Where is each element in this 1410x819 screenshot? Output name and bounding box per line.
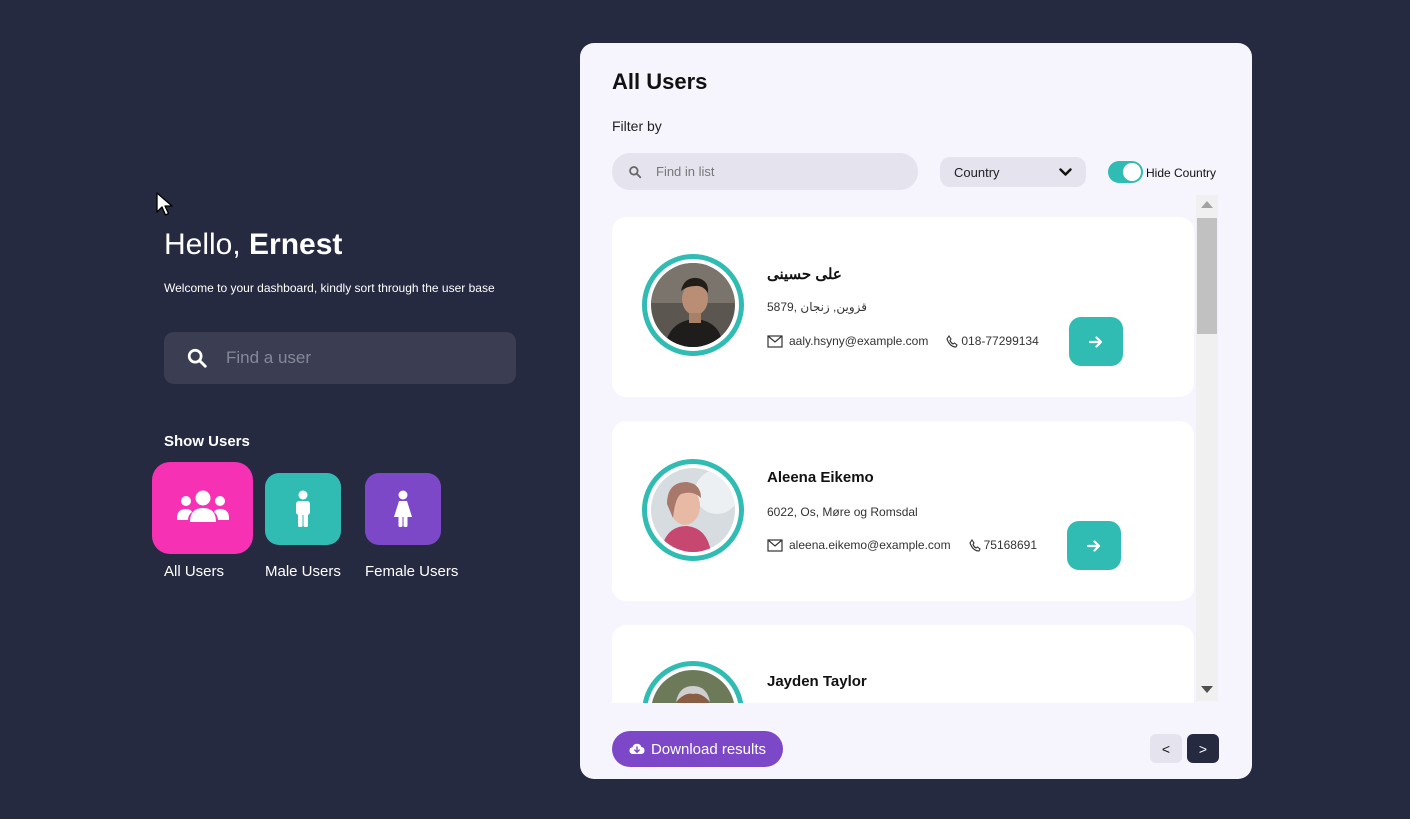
toggle-knob (1123, 163, 1141, 181)
user-photo (651, 263, 735, 347)
user-search-box (164, 332, 516, 384)
user-photo (651, 670, 735, 703)
user-card: علی حسینی 5879, قزوین, زنجان aaly.hsyny@… (612, 217, 1194, 397)
next-page-button[interactable]: > (1187, 734, 1219, 763)
mail-icon (767, 538, 783, 552)
user-card: Aleena Eikemo 6022, Os, Møre og Romsdal … (612, 421, 1194, 601)
user-card: Jayden Taylor (612, 625, 1194, 703)
search-icon (629, 165, 642, 178)
user-contact: aaly.hsyny@example.com 018-77299134 (767, 334, 1039, 348)
phone-icon (968, 538, 981, 552)
list-search-input[interactable] (656, 164, 886, 179)
mouse-cursor-icon (156, 192, 173, 216)
arrow-right-icon (1089, 335, 1103, 348)
avatar (642, 459, 744, 561)
search-icon (187, 348, 207, 368)
user-name: Aleena Eikemo (767, 469, 874, 486)
female-users-button[interactable] (365, 473, 441, 545)
scroll-up-icon[interactable] (1201, 201, 1213, 208)
avatar (642, 661, 744, 703)
user-phone: 018-77299134 (961, 334, 1039, 348)
user-email: aaly.hsyny@example.com (789, 334, 929, 348)
scroll-down-icon[interactable] (1201, 686, 1213, 693)
male-users-label: Male Users (265, 563, 341, 580)
male-icon (296, 490, 310, 527)
previous-page-button[interactable]: < (1150, 734, 1182, 763)
users-panel: All Users Filter by Country Hide Country (580, 43, 1252, 779)
chevron-down-icon (1059, 167, 1072, 176)
cloud-download-icon (629, 743, 645, 754)
avatar (642, 254, 744, 356)
panel-title: All Users (612, 69, 708, 94)
list-scrollbar[interactable] (1196, 195, 1218, 701)
female-icon (394, 490, 412, 527)
show-users-title: Show Users (164, 433, 250, 450)
download-results-label: Download results (650, 740, 767, 758)
phone-icon (946, 334, 959, 348)
view-user-button[interactable] (1067, 521, 1121, 570)
hide-country-toggle[interactable] (1108, 161, 1143, 183)
greeting-hello: Hello, (164, 228, 250, 261)
welcome-text: Welcome to your dashboard, kindly sort t… (164, 281, 495, 295)
scroll-thumb[interactable] (1197, 218, 1217, 334)
country-select-value: Country (954, 164, 1000, 180)
users-group-icon (176, 490, 229, 522)
hide-country-label: Hide Country (1146, 166, 1217, 180)
country-select[interactable]: Country (940, 157, 1086, 187)
filter-label: Filter by (612, 118, 662, 134)
user-name: علی حسینی (767, 266, 842, 283)
all-users-label: All Users (164, 563, 225, 580)
user-phone: 75168691 (983, 538, 1037, 552)
female-users-label: Female Users (365, 563, 459, 580)
arrow-right-icon (1087, 539, 1101, 552)
user-address: 5879, قزوین, زنجان (767, 300, 868, 314)
all-users-button[interactable] (152, 462, 253, 554)
user-email: aleena.eikemo@example.com (789, 538, 951, 552)
list-search-box (612, 153, 918, 190)
greeting-heading: Hello, Ernest (164, 228, 342, 262)
greeting-username: Ernest (249, 228, 343, 261)
user-contact: aleena.eikemo@example.com 75168691 (767, 538, 1037, 552)
download-results-button[interactable]: Download results (612, 731, 783, 767)
user-search-input[interactable] (226, 348, 486, 368)
mail-icon (767, 334, 783, 348)
male-users-button[interactable] (265, 473, 341, 545)
view-user-button[interactable] (1069, 317, 1123, 366)
user-list: علی حسینی 5879, قزوین, زنجان aaly.hsyny@… (612, 193, 1220, 703)
user-photo (651, 468, 735, 552)
user-address: 6022, Os, Møre og Romsdal (767, 505, 918, 519)
user-name: Jayden Taylor (767, 673, 867, 690)
